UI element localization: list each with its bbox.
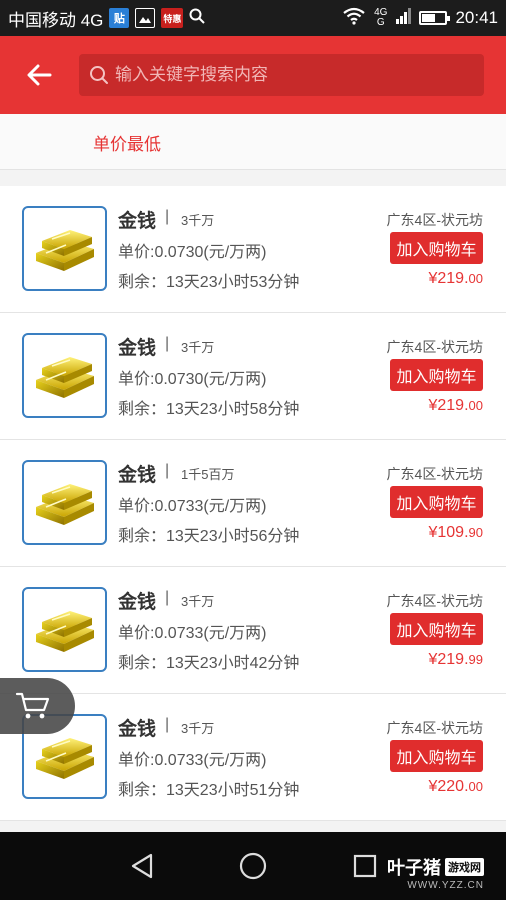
tieba-notification-icon: 贴 bbox=[109, 8, 130, 28]
carrier-label: 中国移动 4G bbox=[8, 10, 104, 30]
item-amount: 3千万 bbox=[181, 594, 215, 609]
floating-cart-button[interactable] bbox=[0, 678, 75, 734]
item-name: 金钱 bbox=[118, 211, 157, 232]
item-remaining-time: 剩余：13天23小时42分钟 bbox=[118, 655, 300, 672]
gold-bars-icon bbox=[22, 587, 107, 672]
item-price-decimal: 99 bbox=[468, 652, 483, 667]
item-server: 广东4区-状元坊 bbox=[386, 339, 483, 355]
list-item[interactable]: 金钱 | 3千万 单价:0.0733(元/万两) 剩余：13天23小时51分钟 … bbox=[0, 694, 506, 821]
item-remaining-time: 剩余：13天23小时53分钟 bbox=[118, 274, 300, 291]
item-price-decimal: 00 bbox=[468, 779, 483, 794]
list-item[interactable]: 金钱 | 3千万 单价:0.0730(元/万两) 剩余：13天23小时53分钟 … bbox=[0, 186, 506, 313]
item-server: 广东4区-状元坊 bbox=[386, 212, 483, 228]
item-name: 金钱 bbox=[118, 338, 157, 359]
item-name: 金钱 bbox=[118, 592, 157, 613]
item-unit-price: 单价:0.0730(元/万两) bbox=[118, 244, 267, 261]
item-price-main: ¥219. bbox=[428, 651, 469, 668]
item-price-decimal: 90 bbox=[468, 525, 483, 540]
item-amount: 1千5百万 bbox=[181, 467, 235, 482]
item-name: 金钱 bbox=[118, 465, 157, 486]
item-price: ¥220.00 bbox=[428, 778, 483, 796]
search-box[interactable] bbox=[79, 54, 484, 96]
search-icon bbox=[90, 66, 108, 84]
sort-tab-lowest-unit-price[interactable]: 单价最低 bbox=[93, 114, 161, 170]
item-price-main: ¥219. bbox=[428, 270, 469, 287]
add-to-cart-button[interactable]: 加入购物车 bbox=[390, 486, 483, 518]
search-notification-icon bbox=[189, 8, 206, 29]
triangle-back-icon bbox=[131, 853, 153, 879]
watermark-box: 游戏网 bbox=[445, 858, 484, 876]
item-price-main: ¥109. bbox=[428, 524, 469, 541]
item-price-main: ¥219. bbox=[428, 397, 469, 414]
item-separator: | bbox=[165, 462, 170, 479]
item-separator: | bbox=[165, 589, 170, 606]
gold-bars-icon bbox=[22, 206, 107, 291]
sale-notification-icon: 特惠 bbox=[161, 8, 184, 28]
item-remaining-time: 剩余：13天23小时58分钟 bbox=[118, 401, 300, 418]
item-server: 广东4区-状元坊 bbox=[386, 720, 483, 736]
add-to-cart-button[interactable]: 加入购物车 bbox=[390, 613, 483, 645]
watermark-main: 叶子猪 bbox=[387, 858, 441, 878]
gallery-notification-icon bbox=[135, 8, 156, 28]
battery-icon bbox=[419, 11, 451, 25]
signal-icon bbox=[395, 7, 412, 29]
search-input[interactable] bbox=[115, 65, 475, 85]
list-item[interactable]: 金钱 | 3千万 单价:0.0733(元/万两) 剩余：13天23小时42分钟 … bbox=[0, 567, 506, 694]
nav-recent-button[interactable] bbox=[347, 848, 383, 884]
item-separator: | bbox=[165, 716, 170, 733]
item-remaining-time: 剩余：13天23小时56分钟 bbox=[118, 528, 300, 545]
watermark: 叶子猪 游戏网 WWW.YZZ.CN bbox=[387, 854, 484, 891]
item-separator: | bbox=[165, 335, 170, 352]
item-price-decimal: 00 bbox=[468, 398, 483, 413]
add-to-cart-button[interactable]: 加入购物车 bbox=[390, 359, 483, 391]
network-type-bottom: G bbox=[376, 17, 385, 28]
item-unit-price: 单价:0.0733(元/万两) bbox=[118, 498, 267, 515]
item-price: ¥219.00 bbox=[428, 270, 483, 288]
header bbox=[0, 36, 506, 114]
item-amount: 3千万 bbox=[181, 721, 215, 736]
item-unit-price: 单价:0.0733(元/万两) bbox=[118, 752, 267, 769]
shopping-cart-icon bbox=[15, 692, 49, 719]
item-server: 广东4区-状元坊 bbox=[386, 593, 483, 609]
gold-bars-icon bbox=[22, 460, 107, 545]
add-to-cart-button[interactable]: 加入购物车 bbox=[390, 232, 483, 264]
back-button[interactable] bbox=[0, 36, 78, 114]
square-recent-icon bbox=[353, 854, 377, 878]
network-type: 4G G bbox=[374, 8, 387, 28]
watermark-url: WWW.YZZ.CN bbox=[407, 880, 484, 891]
item-amount: 3千万 bbox=[181, 340, 215, 355]
list-item[interactable]: 金钱 | 1千5百万 单价:0.0733(元/万两) 剩余：13天23小时56分… bbox=[0, 440, 506, 567]
sort-tab-label: 单价最低 bbox=[93, 134, 161, 154]
system-nav-bar: 叶子猪 游戏网 WWW.YZZ.CN bbox=[0, 832, 506, 900]
item-price-main: ¥220. bbox=[428, 778, 469, 795]
item-amount: 3千万 bbox=[181, 213, 215, 228]
status-bar: 中国移动 4G 贴 特惠 4G G 20:41 bbox=[0, 0, 506, 36]
item-price: ¥109.90 bbox=[428, 524, 483, 542]
nav-home-button[interactable] bbox=[235, 848, 271, 884]
item-price-decimal: 00 bbox=[468, 271, 483, 286]
item-price: ¥219.00 bbox=[428, 397, 483, 415]
gold-bars-icon bbox=[22, 333, 107, 418]
item-server: 广东4区-状元坊 bbox=[386, 466, 483, 482]
list-item[interactable]: 金钱 | 3千万 单价:0.0730(元/万两) 剩余：13天23小时58分钟 … bbox=[0, 313, 506, 440]
item-separator: | bbox=[165, 208, 170, 225]
item-unit-price: 单价:0.0730(元/万两) bbox=[118, 371, 267, 388]
add-to-cart-button[interactable]: 加入购物车 bbox=[390, 740, 483, 772]
item-name: 金钱 bbox=[118, 719, 157, 740]
arrow-left-icon bbox=[27, 64, 52, 86]
clock: 20:41 bbox=[455, 8, 498, 27]
sort-bar: 单价最低 价格 bbox=[0, 114, 506, 237]
item-remaining-time: 剩余：13天23小时51分钟 bbox=[118, 782, 300, 799]
circle-home-icon bbox=[239, 852, 267, 880]
wifi-icon bbox=[342, 7, 366, 30]
item-price: ¥219.99 bbox=[428, 651, 483, 669]
nav-back-button[interactable] bbox=[124, 848, 160, 884]
item-unit-price: 单价:0.0733(元/万两) bbox=[118, 625, 267, 642]
